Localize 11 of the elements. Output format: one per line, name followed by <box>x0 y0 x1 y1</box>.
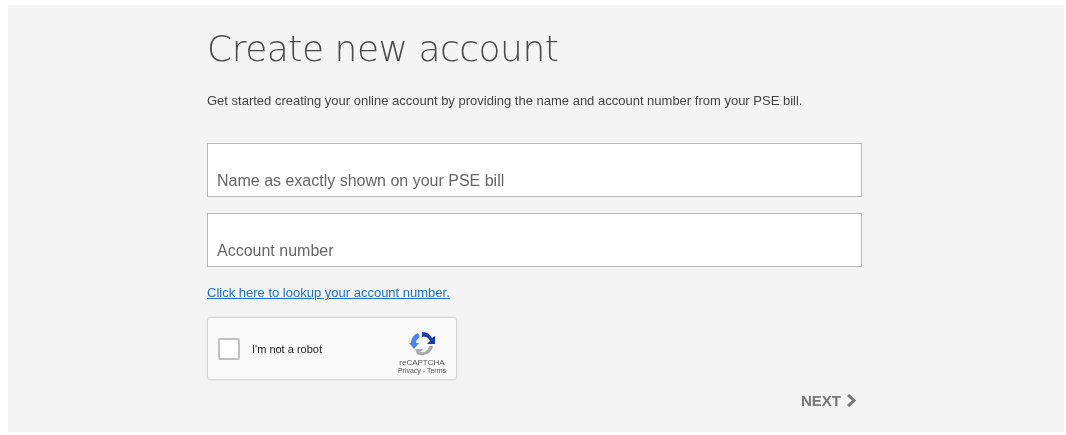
recaptcha-logo-icon <box>408 329 435 356</box>
intro-text: Get started creating your online account by providing the name and account number from your PSE bill. <box>207 93 804 109</box>
page-title: Create new account <box>207 27 560 71</box>
recaptcha-brand: reCAPTCHA <box>399 357 445 367</box>
name-field[interactable]: Name as exactly shown on your PSE bill <box>207 143 862 197</box>
account-number-field[interactable]: Account number <box>207 213 862 267</box>
next-button[interactable]: NEXT <box>801 392 856 409</box>
chevron-icon <box>846 394 856 407</box>
checkbox[interactable] <box>218 337 240 360</box>
lookup-link[interactable]: Click here to lookup your account number. <box>207 285 450 300</box>
captcha-label: I'm not a robot <box>252 342 323 355</box>
